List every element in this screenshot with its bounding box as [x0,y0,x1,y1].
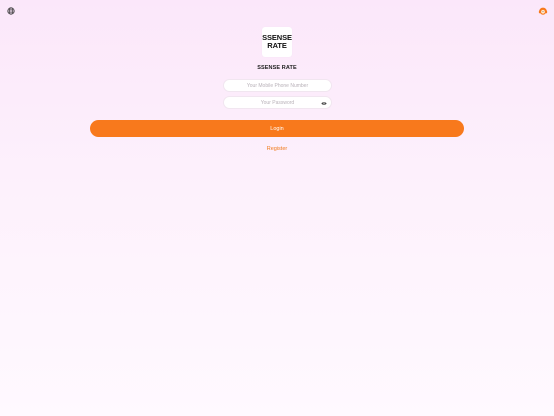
language-button[interactable] [6,6,16,16]
password-input[interactable] [224,97,331,108]
app-logo: SSENSE RATE [262,27,292,57]
login-button[interactable]: Login [90,120,464,137]
customer-service-icon [538,7,547,15]
password-visibility-toggle[interactable] [320,100,327,106]
phone-input[interactable] [224,80,331,91]
password-field[interactable] [223,96,332,109]
eye-icon [320,101,327,105]
register-link[interactable]: Register [0,146,554,152]
phone-field[interactable] [223,79,332,92]
customer-service-button[interactable] [537,5,548,16]
app-name: SSENSE RATE [257,65,297,71]
logo-line-2: RATE [267,41,287,50]
globe-icon [7,7,15,15]
